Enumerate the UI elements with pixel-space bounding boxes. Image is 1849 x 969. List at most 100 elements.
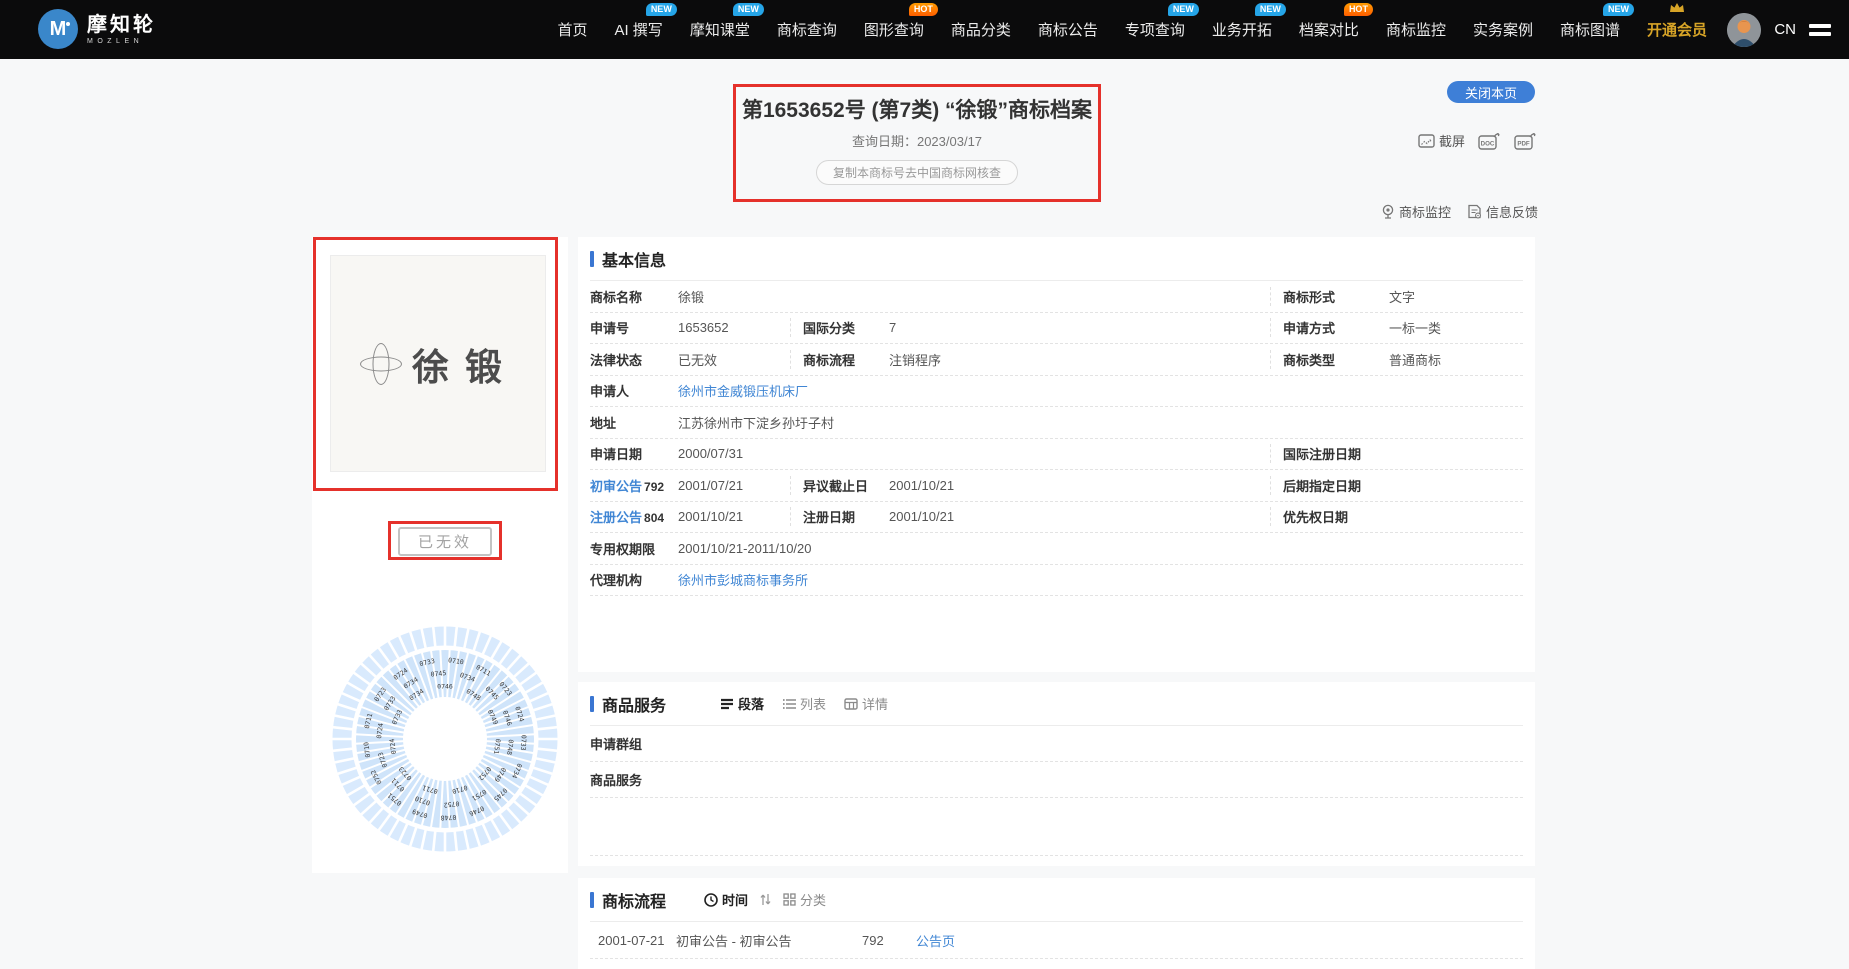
- field-label: 申请方式: [1283, 318, 1389, 337]
- flow-event: 初审公告 - 初审公告: [676, 931, 862, 950]
- field-label: 专用权期限: [590, 539, 678, 558]
- nav-item-trademark-monitor[interactable]: 商标监控: [1386, 19, 1446, 40]
- nav-item-trademark-search[interactable]: 商标查询: [777, 19, 837, 40]
- nav-item-image-search[interactable]: 图形查询HOT: [864, 19, 924, 40]
- section-title: 基本信息: [602, 247, 666, 271]
- svg-text:0745: 0745: [430, 669, 446, 679]
- info-row: 初审公告7922001/07/21 异议截止日2001/10/21 后期指定日期: [590, 470, 1523, 502]
- menu-icon[interactable]: [1809, 24, 1831, 36]
- flow-gazette-number: 792: [862, 933, 916, 948]
- nav-item-special-search[interactable]: 专项查询NEW: [1125, 19, 1185, 40]
- page-title: 第1653652号 (第7类) “徐锻”商标档案: [733, 94, 1101, 124]
- field-value: 普通商标: [1389, 350, 1441, 369]
- list-icon: [782, 698, 796, 710]
- info-row: 法律状态已无效 商标流程注销程序 商标类型普通商标: [590, 344, 1523, 376]
- svg-text:DOC: DOC: [1481, 140, 1495, 147]
- sort-direction-icon[interactable]: [760, 893, 771, 906]
- gazette-page-link[interactable]: 公告页: [916, 931, 955, 950]
- field-value: 2000/07/31: [678, 446, 743, 461]
- field-label: 优先权日期: [1283, 507, 1389, 526]
- toggle-category-view[interactable]: 分类: [783, 890, 826, 909]
- info-row: 申请人徐州市金威锻压机床厂: [590, 376, 1523, 408]
- field-value: 2001/10/21: [889, 478, 954, 493]
- tab-list-view[interactable]: 列表: [782, 694, 826, 713]
- quick-links: 商标监控 信息反馈: [1381, 202, 1538, 221]
- export-tools: 截屏 DOC PDF: [1418, 131, 1537, 150]
- new-badge: NEW: [1603, 3, 1634, 16]
- svg-text:PDF: PDF: [1517, 140, 1530, 147]
- export-doc-button[interactable]: DOC: [1478, 132, 1501, 150]
- brand-name: 摩知轮: [87, 14, 156, 36]
- empty-row: [590, 798, 1523, 856]
- svg-text:0748: 0748: [440, 813, 456, 822]
- screenshot-button[interactable]: 截屏: [1418, 131, 1465, 150]
- field-label: 商品服务: [590, 770, 678, 789]
- info-row: 商标名称徐锻 商标形式文字: [590, 281, 1523, 313]
- doc-icon: DOC: [1478, 132, 1501, 150]
- trademark-monitor-link[interactable]: 商标监控: [1381, 202, 1451, 221]
- user-avatar[interactable]: [1727, 13, 1761, 47]
- field-label: 注册日期: [803, 507, 889, 526]
- field-label: 代理机构: [590, 570, 678, 589]
- field-label: 国际注册日期: [1283, 444, 1389, 463]
- nav-item-trademark-atlas[interactable]: 商标图谱NEW: [1560, 19, 1620, 40]
- table-icon: [844, 698, 858, 710]
- field-label: 申请日期: [590, 444, 678, 463]
- field-label: 地址: [590, 413, 678, 432]
- logo[interactable]: M 摩知轮 MOZLEN: [38, 9, 156, 49]
- section-title: 商标流程: [602, 888, 666, 912]
- basic-info-section: 基本信息 商标名称徐锻 商标形式文字 申请号1653652 国际分类7 申请方式…: [578, 237, 1535, 672]
- flow-date: 2001-07-21: [598, 933, 676, 948]
- nav-item-ai-writing[interactable]: AI 撰写NEW: [614, 19, 662, 40]
- info-row: 注册公告8042001/10/21 注册日期2001/10/21 优先权日期: [590, 502, 1523, 534]
- nav-item-practice-cases[interactable]: 实务案例: [1473, 19, 1533, 40]
- language-toggle[interactable]: CN: [1774, 21, 1796, 38]
- info-row: 申请日期2000/07/31 国际注册日期: [590, 439, 1523, 471]
- info-row: 商品服务: [590, 762, 1523, 798]
- field-value: 2001/07/21: [678, 478, 743, 493]
- nav-item-vip-membership[interactable]: 开通会员: [1647, 19, 1707, 40]
- nav-item-home[interactable]: 首页: [557, 19, 587, 40]
- field-value: 7: [889, 320, 896, 335]
- field-label: 法律状态: [590, 350, 678, 369]
- agency-link[interactable]: 徐州市彭城商标事务所: [678, 570, 808, 589]
- status-stamp: 已无效: [398, 527, 492, 556]
- applicant-link[interactable]: 徐州市金威锻压机床厂: [678, 381, 808, 400]
- registration-gazette-link[interactable]: 注册公告: [590, 507, 642, 526]
- trademark-sidebar: 徐锻 已无效 071007110723072407330734074507460…: [312, 237, 568, 873]
- field-label: 申请人: [590, 381, 678, 400]
- nav-item-trademark-gazette[interactable]: 商标公告: [1038, 19, 1098, 40]
- monitor-icon: [1381, 204, 1395, 219]
- nav-item-business-development[interactable]: 业务开拓NEW: [1212, 19, 1272, 40]
- nav-right: CN: [1727, 0, 1831, 59]
- field-label: 商标名称: [590, 287, 678, 306]
- field-value: 2001/10/21: [889, 509, 954, 524]
- close-page-button[interactable]: 关闭本页: [1447, 81, 1535, 103]
- feedback-link[interactable]: 信息反馈: [1467, 202, 1538, 221]
- mozlen-logo-icon: M: [38, 9, 78, 49]
- copy-to-cnipa-button[interactable]: 复制本商标号去中国商标网核查: [816, 160, 1018, 185]
- info-row: 地址江苏徐州市下淀乡孙圩子村: [590, 407, 1523, 439]
- section-accent-bar: [590, 696, 594, 712]
- trademark-image: 徐锻: [330, 255, 546, 472]
- top-navbar: M 摩知轮 MOZLEN 首页 AI 撰写NEW 摩知课堂NEW 商标查询 图形…: [0, 0, 1849, 59]
- section-accent-bar: [590, 892, 594, 908]
- field-value: 江苏徐州市下淀乡孙圩子村: [678, 413, 834, 432]
- tab-paragraph-view[interactable]: 段落: [720, 694, 764, 713]
- tab-detail-view[interactable]: 详情: [844, 694, 888, 713]
- new-badge: NEW: [646, 3, 677, 16]
- export-pdf-button[interactable]: PDF: [1514, 132, 1537, 150]
- field-value: 徐锻: [678, 287, 704, 306]
- field-value: 一标一类: [1389, 318, 1441, 337]
- toggle-time-order[interactable]: 时间: [704, 890, 748, 909]
- feedback-icon: [1467, 204, 1482, 219]
- gazette-number: 792: [644, 480, 664, 494]
- new-badge: NEW: [1255, 3, 1286, 16]
- query-date: 查询日期：2023/03/17: [733, 131, 1101, 150]
- nav-item-mozlen-class[interactable]: 摩知课堂NEW: [690, 19, 750, 40]
- first-gazette-link[interactable]: 初审公告: [590, 476, 642, 495]
- nav-item-goods-classification[interactable]: 商品分类: [951, 19, 1011, 40]
- new-badge: NEW: [1168, 3, 1199, 16]
- nav-item-file-compare[interactable]: 档案对比HOT: [1299, 19, 1359, 40]
- paragraph-icon: [720, 698, 734, 710]
